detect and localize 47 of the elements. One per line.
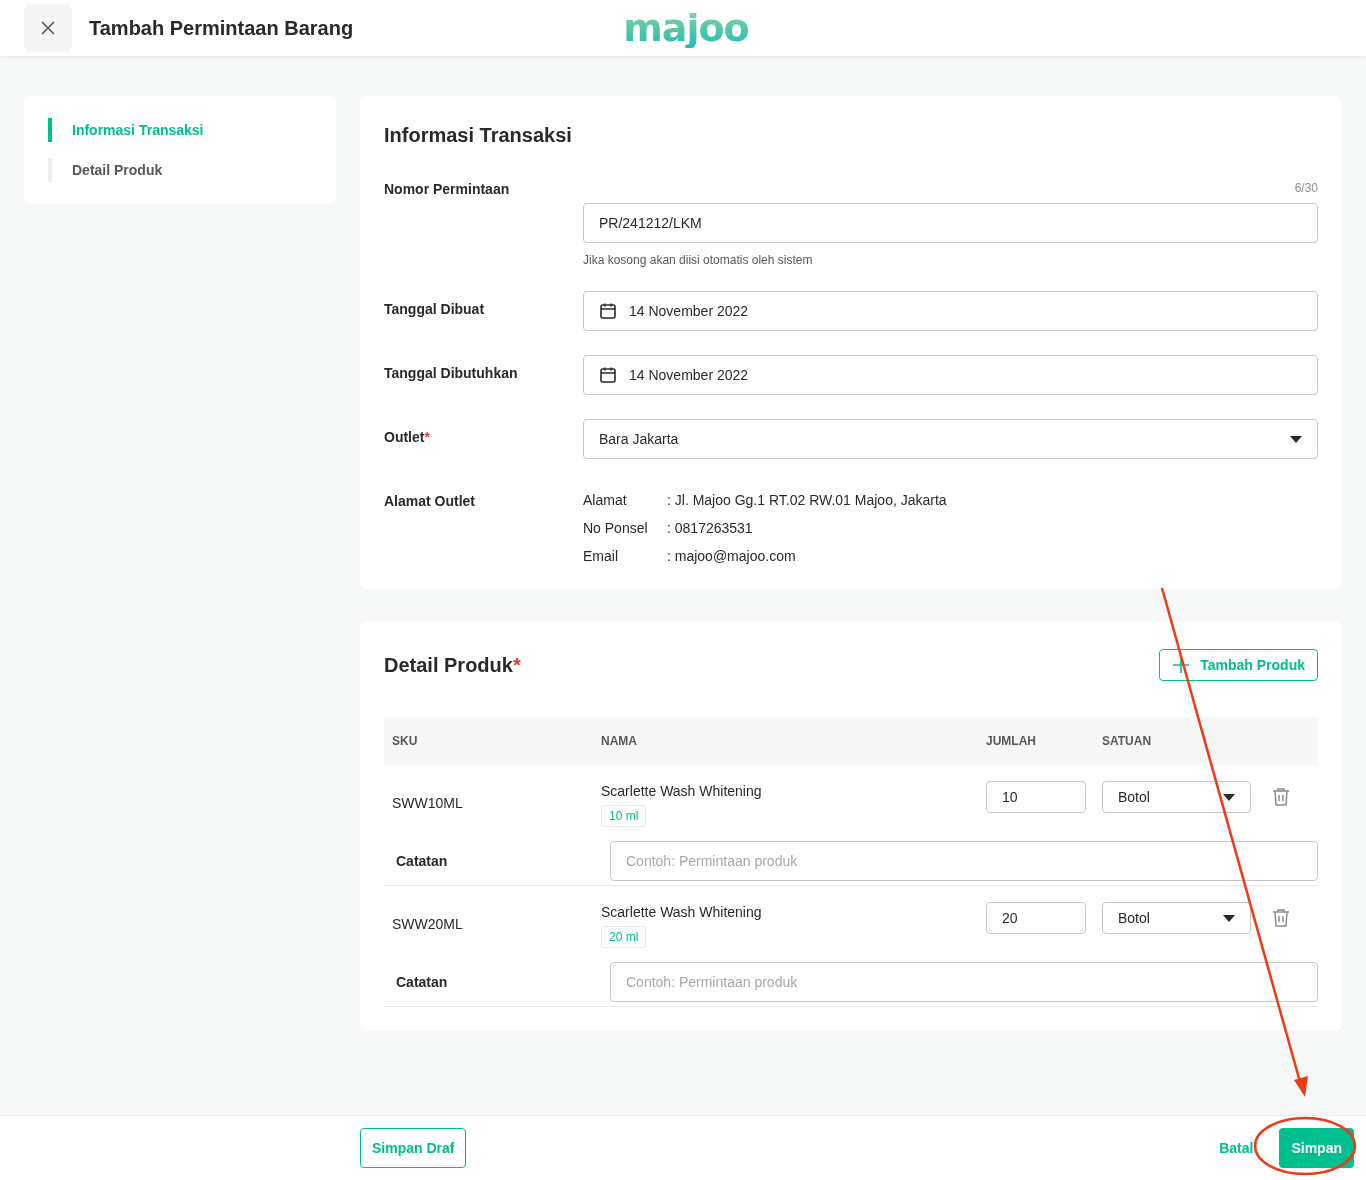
- step-item[interactable]: Detail Produk: [48, 158, 312, 182]
- caret-icon: [1223, 914, 1235, 922]
- date-field[interactable]: 14 November 2022: [583, 291, 1318, 331]
- note-label: Catatan: [396, 974, 449, 990]
- table-cell-text: SWW10ML: [392, 794, 464, 811]
- caret-icon: [1223, 793, 1235, 801]
- trash-icon[interactable]: [1272, 787, 1290, 807]
- product-name: Scarlette Wash Whitening: [601, 904, 763, 920]
- close-button[interactable]: [24, 4, 72, 52]
- section-title: Detail Produk*: [384, 653, 521, 677]
- quantity-field[interactable]: 10: [986, 781, 1086, 813]
- page-title: Tambah Permintaan Barang: [89, 16, 354, 40]
- column-header: NAMA: [601, 734, 638, 748]
- calendar-icon: [599, 366, 617, 384]
- dropdown-field[interactable]: Bara Jakarta: [583, 419, 1318, 459]
- field-label: Tanggal Dibuat: [384, 300, 486, 319]
- field-label: Nomor Permintaan: [384, 181, 511, 199]
- close-icon: [41, 21, 55, 35]
- field-label: Alamat Outlet: [384, 492, 476, 511]
- address-value: : majoo@majoo.com: [667, 547, 797, 565]
- calendar-icon: [599, 302, 617, 320]
- column-header: SKU: [392, 734, 419, 748]
- note-label: Catatan: [396, 853, 449, 869]
- product-name: Scarlette Wash Whitening: [601, 783, 763, 799]
- helper-text: Jika kosong akan diisi otomatis oleh sistem: [583, 253, 814, 267]
- address-value: : Jl. Majoo Gg.1 RT.02 RW.01 Majoo, Jakarta: [667, 491, 948, 509]
- section-title: Informasi Transaksi: [384, 124, 573, 147]
- variant-tag: 20 ml: [601, 926, 647, 948]
- address-key: Email: [583, 547, 667, 565]
- column-header: SATUAN: [1102, 734, 1153, 748]
- plus-icon: [1172, 656, 1191, 674]
- unit-dropdown[interactable]: Botol: [1102, 781, 1251, 813]
- date-field[interactable]: 14 November 2022: [583, 355, 1318, 395]
- field-label: Outlet*: [384, 428, 431, 447]
- caret-icon: [1290, 435, 1302, 443]
- table-cell-text: SWW20ML: [392, 915, 464, 932]
- column-header: JUMLAH: [986, 734, 1037, 748]
- address-value: : 0817263531: [667, 519, 754, 537]
- field-label: Tanggal Dibutuhkan: [384, 364, 519, 383]
- input-field[interactable]: PR/241212/LKM: [583, 203, 1318, 243]
- character-counter: 6/30: [1293, 181, 1318, 195]
- address-key: No Ponsel: [583, 519, 667, 537]
- unit-dropdown[interactable]: Botol: [1102, 902, 1251, 934]
- quantity-field[interactable]: 20: [986, 902, 1086, 934]
- trash-icon[interactable]: [1272, 908, 1290, 928]
- address-key: Alamat: [583, 491, 667, 509]
- variant-tag: 10 ml: [601, 805, 647, 827]
